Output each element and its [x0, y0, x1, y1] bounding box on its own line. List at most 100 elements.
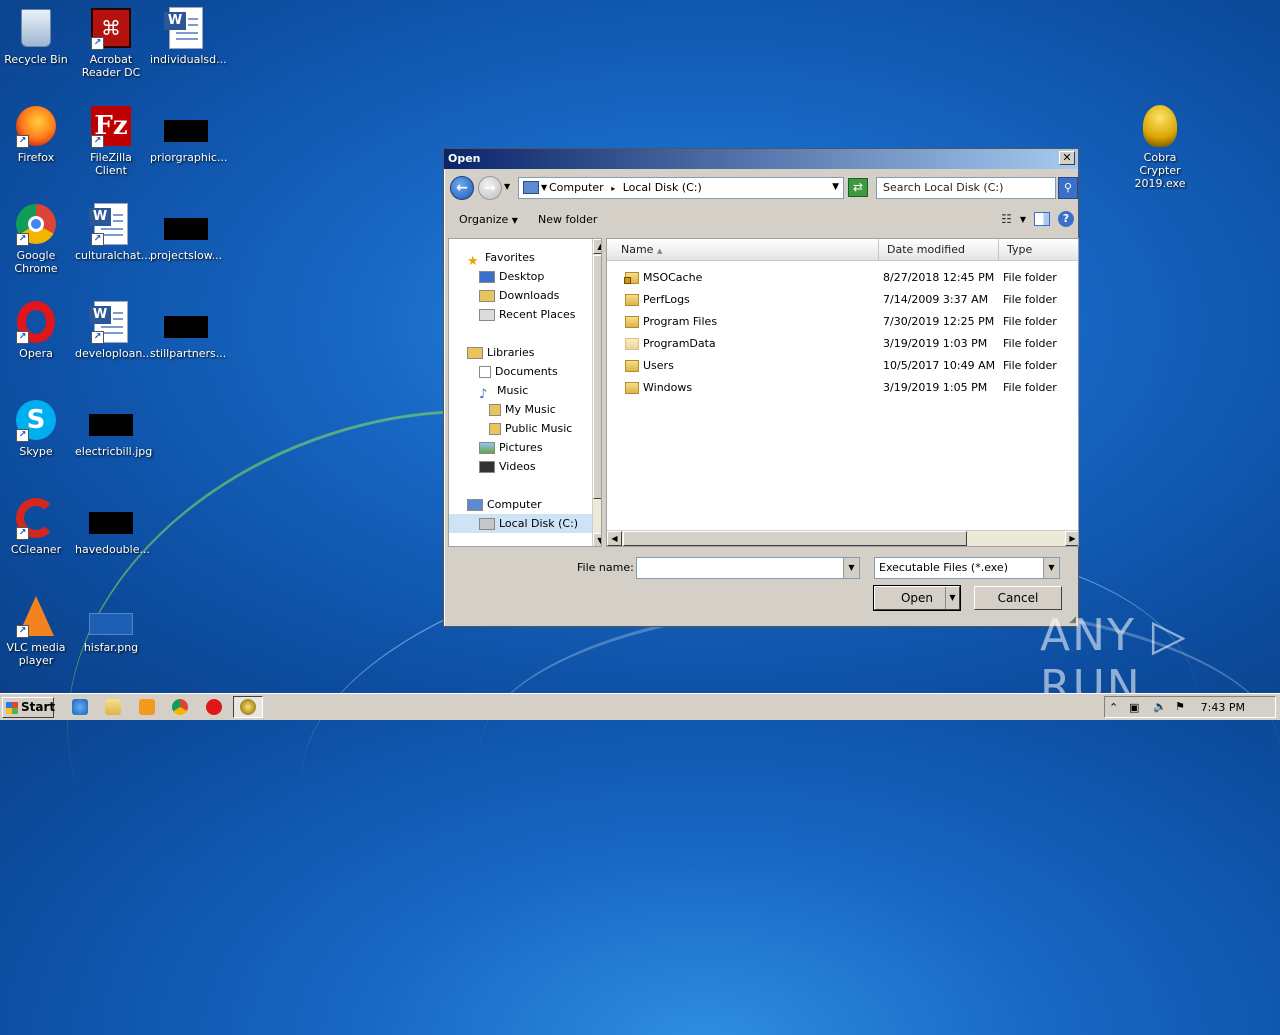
back-arrow-icon[interactable]: ← [450, 176, 474, 200]
scroll-left-icon[interactable]: ◀ [607, 531, 622, 546]
file-row[interactable]: Windows 3/19/2019 1:05 PM File folder [607, 377, 1078, 399]
chevron-down-icon[interactable]: ▼ [945, 587, 959, 609]
nav-item-videos[interactable]: Videos [479, 457, 536, 476]
shortcut-arrow-icon: ↗ [16, 625, 29, 638]
nav-item-local-disk[interactable]: Local Disk (C:) [449, 514, 592, 533]
nav-item-my-music[interactable]: My Music [489, 400, 556, 419]
chrome-icon[interactable] [172, 699, 188, 715]
chevron-down-icon[interactable]: ▼ [1020, 215, 1026, 224]
scroll-down-icon[interactable]: ▼ [593, 533, 601, 546]
nav-item-documents[interactable]: Documents [479, 362, 558, 381]
file-row[interactable]: Program Files 7/30/2019 12:25 PM File fo… [607, 311, 1078, 333]
nav-item-downloads[interactable]: Downloads [479, 286, 559, 305]
nav-item-desktop[interactable]: Desktop [479, 267, 544, 286]
nav-item-favorites[interactable]: ★ Favorites [467, 248, 535, 269]
close-button[interactable]: ✕ [1059, 151, 1075, 165]
address-bar[interactable]: ▼ Computer ▸ Local Disk (C:) ▼ [518, 177, 844, 199]
organize-button[interactable]: Organize ▼ [459, 213, 518, 226]
desktop-icon-redacted[interactable]: priorgraphic... [150, 104, 227, 164]
view-options-icon[interactable]: ☷ [1001, 212, 1012, 226]
nav-item-pictures[interactable]: Pictures [479, 438, 543, 457]
refresh-icon[interactable]: ⇄ [848, 178, 868, 197]
nav-item-public-music[interactable]: Public Music [489, 419, 572, 438]
desktop-icon-opera[interactable]: ↗ Opera [0, 300, 72, 360]
breadcrumb-computer[interactable]: Computer [549, 181, 604, 194]
column-header-type[interactable]: Type [999, 239, 1078, 261]
search-input[interactable]: Search Local Disk (C:) [876, 177, 1056, 199]
file-row[interactable]: PerfLogs 7/14/2009 3:37 AM File folder [607, 289, 1078, 311]
desktop-icon-redacted[interactable]: projectslow... [150, 202, 222, 262]
desktop-icon-filezilla[interactable]: Fz ↗ FileZilla Client [75, 104, 147, 177]
chevron-down-icon[interactable]: ▼ [832, 182, 839, 192]
file-row[interactable]: ProgramData 3/19/2019 1:03 PM File folde… [607, 333, 1078, 355]
scroll-thumb[interactable] [623, 531, 967, 546]
nav-item-libraries[interactable]: Libraries [467, 343, 535, 362]
file-date: 7/14/2009 3:37 AM [883, 293, 989, 306]
opera-icon[interactable] [206, 699, 222, 715]
nav-label: Videos [499, 460, 536, 473]
desktop-icon-skype[interactable]: S ↗ Skype [0, 398, 72, 458]
nav-label: Computer [487, 498, 542, 511]
desktop-icon-cobra-crypter[interactable]: Cobra Crypter 2019.exe [1124, 104, 1196, 190]
desktop-icon-chrome[interactable]: ↗ Google Chrome [0, 202, 72, 275]
desktop-icon-ccleaner[interactable]: ↗ CCleaner [0, 496, 72, 556]
file-name: ProgramData [643, 337, 716, 350]
desktop-icon-redacted[interactable]: electricbill.jpg [75, 398, 153, 458]
help-icon[interactable]: ? [1058, 211, 1074, 227]
nav-scrollbar[interactable]: ▲ ▼ [592, 239, 601, 546]
media-player-icon[interactable] [139, 699, 155, 715]
nav-item-computer[interactable]: Computer [467, 495, 542, 514]
scroll-thumb[interactable] [593, 255, 601, 499]
file-type-filter[interactable]: Executable Files (*.exe) ▼ [874, 557, 1060, 579]
desktop-icon-doc[interactable]: W ↗ culturalchat... [75, 202, 151, 262]
redacted-file-icon [164, 300, 208, 344]
taskbar: Start ⌃ ▣ 🔈 ⚑ 7:43 PM [0, 693, 1280, 720]
shortcut-arrow-icon: ↗ [16, 135, 29, 148]
scroll-up-icon[interactable]: ▲ [593, 239, 601, 254]
taskbar-app-cobra-crypter[interactable] [233, 696, 263, 718]
column-header-name[interactable]: Name ▲ [607, 239, 879, 261]
recent-pages-chevron-icon[interactable]: ▼ [504, 182, 510, 191]
clock[interactable]: 7:43 PM [1201, 701, 1245, 714]
file-list-scrollbar[interactable]: ◀ ▶ [607, 530, 1078, 546]
volume-icon[interactable]: 🔈 [1153, 700, 1167, 713]
desktop-icon-recycle-bin[interactable]: Recycle Bin [0, 6, 72, 66]
chevron-down-icon[interactable]: ▼ [1043, 558, 1059, 578]
lock-icon [624, 277, 631, 284]
desktop-icon-doc[interactable]: W individualsd... [150, 6, 227, 66]
nav-item-music[interactable]: ♪ Music [479, 381, 528, 402]
desktop-icon-redacted[interactable]: havedouble... [75, 496, 150, 556]
desktop-icon-image[interactable]: hisfar.png [75, 594, 147, 654]
desktop-icon-vlc[interactable]: ↗ VLC media player [0, 594, 72, 667]
start-button[interactable]: Start [2, 697, 55, 718]
hard-drive-icon [479, 518, 495, 530]
internet-explorer-icon[interactable] [72, 699, 88, 715]
action-center-flag-icon[interactable]: ⚑ [1175, 700, 1185, 713]
file-name-input[interactable]: ▼ [636, 557, 860, 579]
desktop-icon-label: electricbill.jpg [75, 445, 153, 458]
forward-arrow-icon[interactable]: → [478, 176, 502, 200]
file-row[interactable]: MSOCache 8/27/2018 12:45 PM File folder [607, 267, 1078, 289]
file-row[interactable]: Users 10/5/2017 10:49 AM File folder [607, 355, 1078, 377]
chevron-down-icon[interactable]: ▼ [843, 558, 859, 578]
network-icon[interactable]: ▣ [1129, 701, 1139, 714]
show-hidden-icons-icon[interactable]: ⌃ [1109, 701, 1118, 714]
nav-item-recent-places[interactable]: Recent Places [479, 305, 576, 324]
organize-label: Organize [459, 213, 509, 226]
open-button[interactable]: Open ▼ [873, 585, 961, 611]
preview-pane-icon[interactable] [1034, 212, 1050, 226]
file-type: File folder [1003, 381, 1057, 394]
computer-icon [523, 181, 539, 194]
column-header-date[interactable]: Date modified [879, 239, 999, 261]
desktop-icon-redacted[interactable]: stillpartners... [150, 300, 226, 360]
desktop-icon-acrobat[interactable]: ⌘ ↗ Acrobat Reader DC [75, 6, 147, 79]
desktop-icon-firefox[interactable]: ↗ Firefox [0, 104, 72, 164]
explorer-folder-icon[interactable] [105, 699, 121, 715]
dialog-titlebar[interactable]: Open ✕ [444, 149, 1078, 169]
new-folder-button[interactable]: New folder [538, 213, 597, 226]
search-icon[interactable]: ⚲ [1058, 177, 1078, 199]
cancel-button[interactable]: Cancel [974, 586, 1062, 610]
breadcrumb-local-disk[interactable]: Local Disk (C:) [623, 181, 702, 194]
desktop-icon-doc[interactable]: W ↗ developloan... [75, 300, 153, 360]
scroll-right-icon[interactable]: ▶ [1065, 531, 1078, 546]
